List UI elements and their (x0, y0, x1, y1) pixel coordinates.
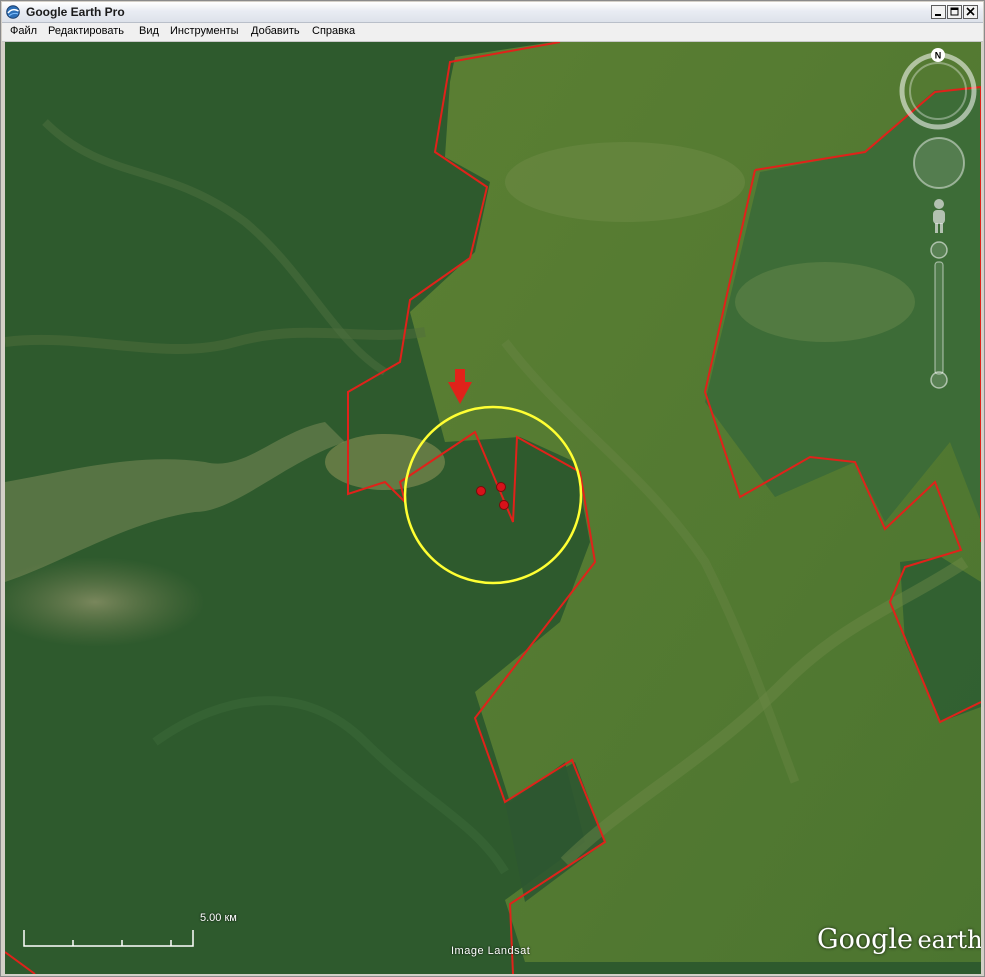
maximize-icon (950, 7, 959, 16)
google-earth-logo: Google earth (817, 924, 981, 955)
menu-edit[interactable]: Редактировать (48, 25, 124, 37)
close-button[interactable] (963, 5, 978, 19)
meadow-east (735, 262, 915, 342)
site-marker[interactable] (496, 482, 506, 492)
menu-view[interactable]: Вид (139, 25, 159, 37)
google-earth-globe-icon (6, 5, 20, 19)
site-marker[interactable] (476, 486, 486, 496)
meadow-north (505, 142, 745, 222)
site-marker[interactable] (499, 500, 509, 510)
map-view[interactable]: 5.00 км Image Landsat Google earth N (5, 42, 981, 974)
scale-label: 5.00 км (200, 912, 237, 924)
zoom-slider-icon[interactable] (929, 240, 949, 390)
window-title: Google Earth Pro (26, 5, 125, 19)
scale-bar (23, 930, 194, 947)
compass-icon[interactable]: N (898, 46, 978, 130)
app-window: Google Earth Pro Файл Редактировать Вид … (0, 0, 985, 977)
maximize-button[interactable] (947, 5, 962, 19)
pegman-icon[interactable] (927, 197, 951, 237)
menu-help[interactable]: Справка (312, 25, 355, 37)
logo-google-text: Google (817, 924, 913, 955)
minimize-icon (935, 14, 941, 16)
look-joystick-icon[interactable] (911, 135, 967, 191)
title-bar[interactable]: Google Earth Pro (2, 2, 983, 23)
menu-tools[interactable]: Инструменты (170, 25, 239, 37)
logo-earth-text: earth (917, 926, 981, 954)
imagery-credit: Image Landsat (451, 945, 531, 957)
compass-north-label: N (935, 51, 942, 61)
menu-add[interactable]: Добавить (251, 25, 300, 37)
menu-bar: Файл Редактировать Вид Инструменты Добав… (2, 23, 983, 42)
close-icon (966, 7, 975, 16)
menu-file[interactable]: Файл (10, 25, 37, 37)
satellite-imagery (5, 42, 981, 974)
minimize-button[interactable] (931, 5, 946, 19)
